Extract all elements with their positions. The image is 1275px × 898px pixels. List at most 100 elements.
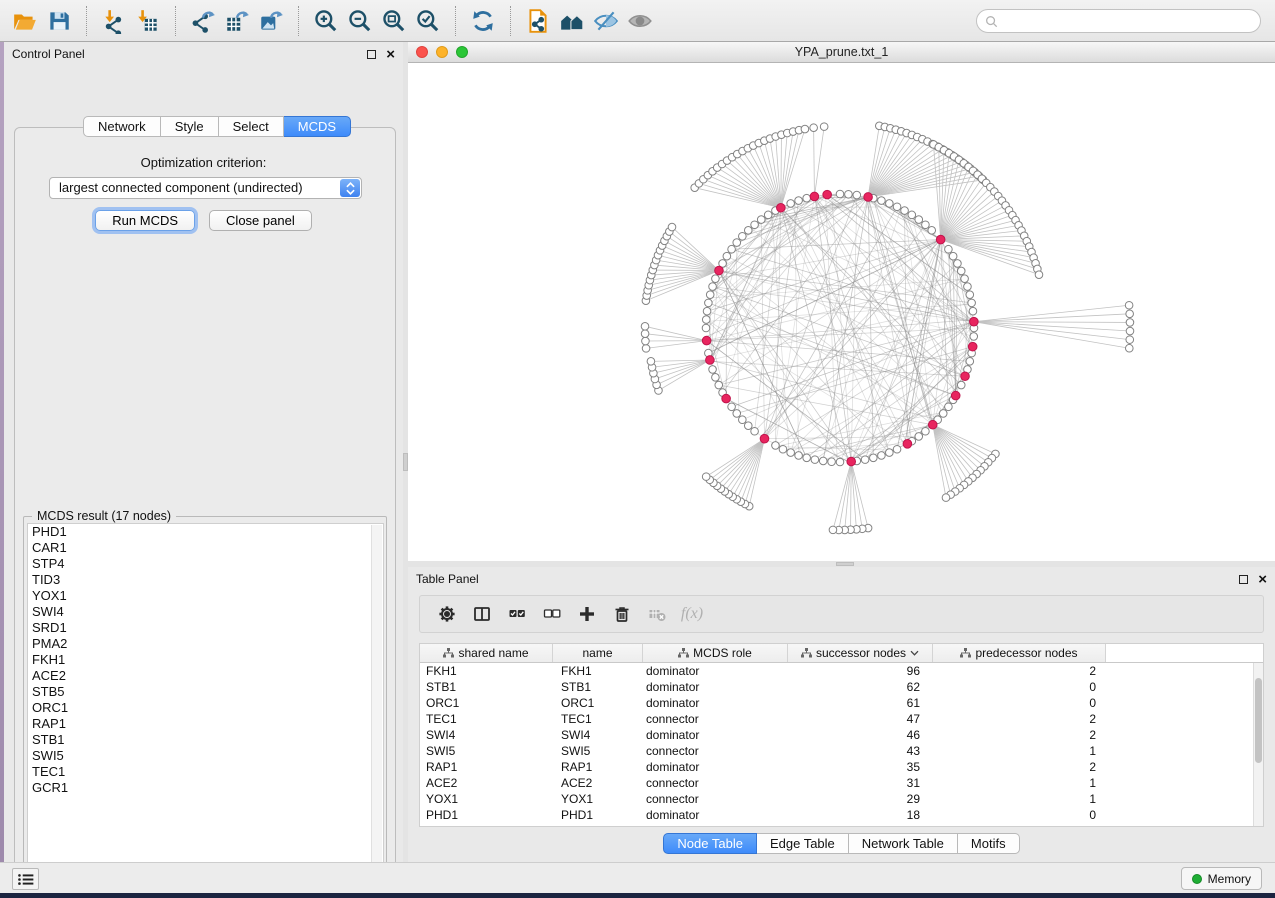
hide-graphics-details-icon[interactable]: [589, 5, 623, 37]
zoom-fit-icon[interactable]: [377, 5, 411, 37]
mcds-result-item[interactable]: PHD1: [28, 524, 383, 540]
tab-mcds[interactable]: MCDS: [284, 116, 351, 137]
mcds-node[interactable]: [936, 235, 945, 244]
mcds-result-item[interactable]: STB1: [28, 732, 383, 748]
mcds-result-item[interactable]: YOX1: [28, 588, 383, 604]
mcds-node[interactable]: [968, 342, 977, 351]
table-scrollbar[interactable]: [1253, 663, 1263, 826]
table-row[interactable]: PHD1PHD1dominator180: [420, 807, 1263, 823]
column-header-MCDS-role[interactable]: MCDS role: [643, 644, 788, 662]
run-mcds-button[interactable]: Run MCDS: [95, 210, 195, 231]
tab-network[interactable]: Network: [83, 116, 161, 137]
column-label: name: [582, 646, 612, 660]
table-cell: dominator: [643, 727, 788, 743]
tab-style[interactable]: Style: [161, 116, 219, 137]
mcds-result-box: MCDS result (17 nodes) PHD1CAR1STP4TID3Y…: [23, 516, 387, 877]
mcds-node[interactable]: [777, 203, 786, 212]
table-settings-icon[interactable]: [434, 601, 460, 627]
float-panel-icon[interactable]: [367, 50, 376, 59]
network-canvas[interactable]: [408, 63, 1275, 561]
save-session-icon[interactable]: [42, 5, 76, 37]
mcds-result-item[interactable]: TEC1: [28, 764, 383, 780]
mcds-result-item[interactable]: PMA2: [28, 636, 383, 652]
column-header-predecessor-nodes[interactable]: predecessor nodes: [933, 644, 1106, 662]
table-cell: 46: [788, 727, 933, 743]
first-neighbors-icon[interactable]: [555, 5, 589, 37]
mcds-result-item[interactable]: ACE2: [28, 668, 383, 684]
table-row[interactable]: RAP1RAP1dominator352: [420, 759, 1263, 775]
column-header-name[interactable]: name: [553, 644, 643, 662]
export-table-icon[interactable]: [220, 5, 254, 37]
mcds-node[interactable]: [810, 192, 819, 201]
export-network-icon[interactable]: [186, 5, 220, 37]
table-row[interactable]: ACE2ACE2connector311: [420, 775, 1263, 791]
table-row[interactable]: STB1STB1dominator620: [420, 679, 1263, 695]
mcds-node[interactable]: [864, 193, 873, 202]
deselect-all-icon[interactable]: [539, 601, 565, 627]
mcds-nodes[interactable]: [702, 190, 978, 466]
zoom-in-icon[interactable]: [309, 5, 343, 37]
task-history-button[interactable]: [12, 868, 39, 890]
close-panel-icon[interactable]: ×: [386, 49, 395, 60]
add-column-icon[interactable]: [574, 601, 600, 627]
mcds-node[interactable]: [760, 434, 769, 443]
export-image-icon[interactable]: [254, 5, 288, 37]
table-row[interactable]: ORC1ORC1dominator610: [420, 695, 1263, 711]
column-layout-icon[interactable]: [469, 601, 495, 627]
table-row[interactable]: SWI5SWI5connector431: [420, 743, 1263, 759]
refresh-icon[interactable]: [466, 5, 500, 37]
tab-network-table[interactable]: Network Table: [849, 833, 958, 854]
mcds-node[interactable]: [928, 420, 937, 429]
mcds-result-item[interactable]: SWI4: [28, 604, 383, 620]
mcds-node[interactable]: [961, 372, 970, 381]
mcds-node[interactable]: [970, 317, 979, 326]
network-view-titlebar[interactable]: YPA_prune.txt_1: [408, 42, 1275, 63]
mcds-result-item[interactable]: FKH1: [28, 652, 383, 668]
close-panel-button[interactable]: Close panel: [209, 210, 312, 231]
zoom-selected-icon[interactable]: [411, 5, 445, 37]
optimization-select[interactable]: largest connected component (undirected): [49, 177, 362, 199]
show-graphics-details-icon[interactable]: [623, 5, 657, 37]
tab-motifs[interactable]: Motifs: [958, 833, 1020, 854]
mcds-list-scrollbar[interactable]: [371, 525, 382, 874]
mcds-result-item[interactable]: CAR1: [28, 540, 383, 556]
column-header-shared-name[interactable]: shared name: [420, 644, 553, 662]
mcds-result-item[interactable]: SWI5: [28, 748, 383, 764]
mcds-result-item[interactable]: STB5: [28, 684, 383, 700]
mcds-result-item[interactable]: ORC1: [28, 700, 383, 716]
select-all-icon[interactable]: [504, 601, 530, 627]
mcds-result-item[interactable]: TID3: [28, 572, 383, 588]
table-row[interactable]: FKH1FKH1dominator962: [420, 663, 1263, 679]
float-table-panel-icon[interactable]: [1239, 575, 1248, 584]
delete-column-icon[interactable]: [609, 601, 635, 627]
mcds-result-item[interactable]: STP4: [28, 556, 383, 572]
mcds-result-item[interactable]: RAP1: [28, 716, 383, 732]
zoom-out-icon[interactable]: [343, 5, 377, 37]
mcds-node[interactable]: [823, 190, 832, 199]
mcds-node[interactable]: [951, 391, 960, 400]
mcds-node[interactable]: [722, 394, 731, 403]
table-row[interactable]: YOX1YOX1connector291: [420, 791, 1263, 807]
import-network-icon[interactable]: [97, 5, 131, 37]
table-cell: ACE2: [420, 775, 553, 791]
mcds-node[interactable]: [706, 356, 715, 365]
tab-node-table[interactable]: Node Table: [663, 833, 757, 854]
mcds-node[interactable]: [847, 457, 856, 466]
network-file-icon[interactable]: [521, 5, 555, 37]
memory-button[interactable]: Memory: [1181, 867, 1262, 890]
open-session-icon[interactable]: [8, 5, 42, 37]
tab-select[interactable]: Select: [219, 116, 284, 137]
column-header-successor-nodes[interactable]: successor nodes: [788, 644, 933, 662]
mcds-result-item[interactable]: GCR1: [28, 780, 383, 796]
table-row[interactable]: SWI4SWI4dominator462: [420, 727, 1263, 743]
tab-edge-table[interactable]: Edge Table: [757, 833, 849, 854]
table-row[interactable]: TEC1TEC1connector472: [420, 711, 1263, 727]
mcds-result-item[interactable]: SRD1: [28, 620, 383, 636]
import-table-icon[interactable]: [131, 5, 165, 37]
search-input[interactable]: [998, 11, 1260, 31]
mcds-node[interactable]: [903, 440, 912, 449]
mcds-node[interactable]: [715, 266, 724, 275]
table-scrollbar-thumb[interactable]: [1255, 678, 1262, 763]
mcds-node[interactable]: [702, 336, 711, 345]
close-table-panel-icon[interactable]: ×: [1258, 574, 1267, 585]
